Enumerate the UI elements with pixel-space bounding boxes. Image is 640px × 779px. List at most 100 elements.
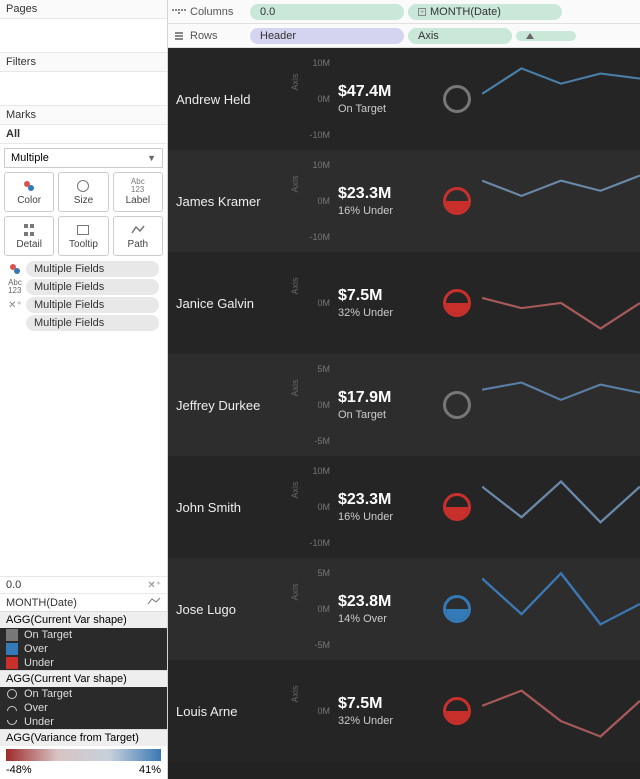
rows-label: Rows xyxy=(190,30,246,42)
row-name: John Smith xyxy=(168,456,288,558)
columns-pill-0[interactable]: 0.0 xyxy=(250,4,404,20)
marks-all-label: All xyxy=(0,125,167,144)
detail-button[interactable]: Detail xyxy=(4,216,54,256)
row-status: 32% Under xyxy=(338,715,393,727)
row-sparkline xyxy=(482,456,640,558)
status-circle-icon xyxy=(443,391,471,419)
gradient-min: -48% xyxy=(6,764,32,776)
axis-tick: 0M xyxy=(317,94,330,104)
row-sparkline xyxy=(482,354,640,456)
axis-tick: -10M xyxy=(309,130,330,140)
axis-label: Axis xyxy=(290,685,300,702)
row-status: 32% Under xyxy=(338,307,393,319)
legend-variance-gradient[interactable]: -48%41% xyxy=(0,746,167,779)
path-icon xyxy=(131,223,145,237)
marks-field-2[interactable]: ✕⁺Multiple Fields xyxy=(4,296,163,314)
row-metric: $47.4M xyxy=(338,83,391,101)
row-metric: $7.5M xyxy=(338,287,382,305)
size-icon xyxy=(76,179,90,193)
columns-icon xyxy=(172,5,186,19)
row-value: $7.5M32% Under xyxy=(332,660,432,762)
legend-shape-color[interactable]: On TargetOverUnder xyxy=(0,628,167,670)
viz-canvas[interactable]: Andrew HeldAxis10M0M-10M$47.4MOn TargetJ… xyxy=(168,48,640,779)
layer-0[interactable]: 0.0✕⁺ xyxy=(0,576,167,593)
row-sparkline xyxy=(482,660,640,762)
row-indicator xyxy=(432,150,482,252)
marks-field-0[interactable]: Multiple Fields xyxy=(4,260,163,278)
legend-item[interactable]: Under xyxy=(0,656,167,670)
rows-pill-0[interactable]: Header xyxy=(250,28,404,44)
color-button[interactable]: Color xyxy=(4,172,54,212)
axis-tick: 5M xyxy=(317,364,330,374)
viz-row[interactable]: James KramerAxis10M0M-10M$23.3M16% Under xyxy=(168,150,640,252)
axis-tick: -10M xyxy=(309,538,330,548)
color-icon xyxy=(22,179,36,193)
row-axis: Axis10M0M-10M xyxy=(288,456,332,558)
legend-item[interactable]: Under xyxy=(0,715,167,729)
rows-shelf[interactable]: Rows Header Axis xyxy=(168,24,640,48)
delta-icon xyxy=(526,33,534,39)
viz-row[interactable]: Jose LugoAxis5M0M-5M$23.8M14% Over xyxy=(168,558,640,660)
status-circle-icon xyxy=(443,697,471,725)
row-status: On Target xyxy=(338,103,386,115)
row-axis: Axis5M0M-5M xyxy=(288,354,332,456)
status-circle-icon xyxy=(443,595,471,623)
columns-pill-1[interactable]: +MONTH(Date) xyxy=(408,4,562,20)
row-value: $17.9M On Target xyxy=(332,354,432,456)
layer-month[interactable]: MONTH(Date) xyxy=(0,593,167,611)
row-name: Jose Lugo xyxy=(168,558,288,660)
tooltip-button[interactable]: Tooltip xyxy=(58,216,108,256)
marks-field-1[interactable]: Abc123Multiple Fields xyxy=(4,278,163,296)
row-status: 16% Under xyxy=(338,205,393,217)
axis-label: Axis xyxy=(290,583,300,600)
rows-pill-1[interactable]: Axis xyxy=(408,28,512,44)
axis-tick: -5M xyxy=(315,436,331,446)
row-value: $23.8M14% Over xyxy=(332,558,432,660)
legend-variance-header: AGG(Variance from Target) xyxy=(0,729,167,746)
row-name: James Kramer xyxy=(168,150,288,252)
mark-type-select[interactable]: Multiple ▼ xyxy=(4,148,163,168)
row-name: Janice Galvin xyxy=(168,252,288,354)
pages-shelf[interactable] xyxy=(0,19,167,53)
legend-item[interactable]: Over xyxy=(0,642,167,656)
legend-item[interactable]: On Target xyxy=(0,628,167,642)
marks-field-3[interactable]: Multiple Fields xyxy=(4,314,163,332)
legend-item[interactable]: Over xyxy=(0,701,167,715)
row-status: 14% Over xyxy=(338,613,387,625)
axis-tick: 0M xyxy=(317,706,330,716)
row-metric: $23.3M xyxy=(338,185,391,203)
axis-tick: 5M xyxy=(317,568,330,578)
viz-row[interactable]: John SmithAxis10M0M-10M$23.3M16% Under xyxy=(168,456,640,558)
row-axis: Axis5M0M-5M xyxy=(288,558,332,660)
row-value: $23.3M 16% Under xyxy=(332,150,432,252)
viz-row[interactable]: Janice GalvinAxis0M $7.5M 32% Under xyxy=(168,252,640,354)
row-axis: Axis 0M xyxy=(288,660,332,762)
row-sparkline xyxy=(482,252,640,354)
field-pill: Multiple Fields xyxy=(26,297,159,313)
row-axis: Axis0M xyxy=(288,252,332,354)
viz-row[interactable]: Andrew HeldAxis10M0M-10M$47.4MOn Target xyxy=(168,48,640,150)
size-button[interactable]: Size xyxy=(58,172,108,212)
filters-shelf[interactable] xyxy=(0,72,167,106)
viz-row[interactable]: Louis ArneAxis0M$7.5M32% Under xyxy=(168,660,640,762)
row-indicator xyxy=(432,558,482,660)
field-icon xyxy=(8,316,22,330)
axis-tick: 10M xyxy=(312,160,330,170)
legend-item[interactable]: On Target xyxy=(0,687,167,701)
field-icon: Abc123 xyxy=(8,280,22,294)
axis-tick: 0M xyxy=(317,196,330,206)
row-status: On Target xyxy=(338,409,386,421)
viz-row[interactable]: Jeffrey DurkeeAxis5M0M-5M $17.9M On Target xyxy=(168,354,640,456)
rows-pill-2[interactable] xyxy=(516,31,576,41)
path-button[interactable]: Path xyxy=(113,216,163,256)
label-button[interactable]: Abc123Label xyxy=(113,172,163,212)
axis-label: Axis xyxy=(290,175,300,192)
row-name: Jeffrey Durkee xyxy=(168,354,288,456)
status-circle-icon xyxy=(443,187,471,215)
row-metric: $17.9M xyxy=(338,389,391,407)
legend-shape-icon xyxy=(6,702,18,714)
row-indicator xyxy=(432,660,482,762)
columns-shelf[interactable]: Columns 0.0 +MONTH(Date) xyxy=(168,0,640,24)
plus-icon: + xyxy=(418,8,426,16)
legend-shape-shape[interactable]: On TargetOverUnder xyxy=(0,687,167,729)
